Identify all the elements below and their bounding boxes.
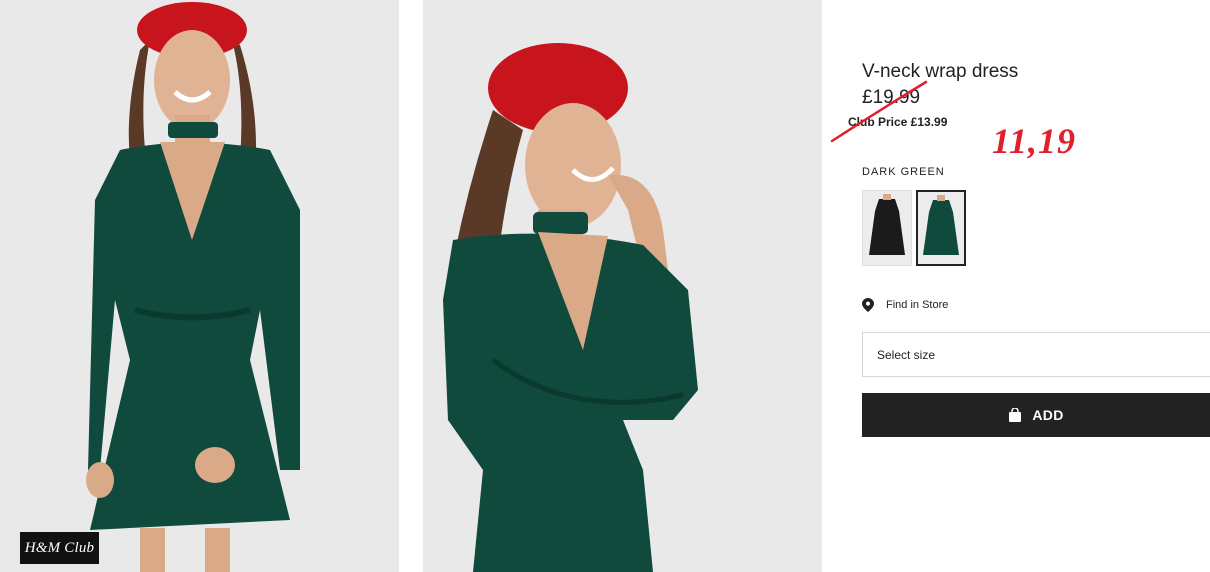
club-price: Club Price £13.99 [848,115,948,129]
black-dress-thumbnail [869,194,905,255]
color-swatch-black[interactable] [862,190,912,266]
location-pin-icon [862,298,874,312]
product-image-closeup[interactable] [423,0,822,572]
product-price: £19.99 [862,87,921,108]
color-swatch-dark-green[interactable] [916,190,966,266]
green-dress-thumbnail [923,195,959,255]
find-in-store-link[interactable]: Find in Store [862,298,948,312]
size-select-dropdown[interactable]: Select size [862,332,1210,377]
hm-club-badge: H&M Club [20,532,99,564]
find-in-store-label: Find in Store [886,299,949,311]
add-to-bag-button[interactable]: ADD [862,393,1210,437]
shopping-bag-icon [1009,408,1022,422]
size-select-placeholder: Select size [877,348,936,362]
handwritten-price-annotation: 11,19 [992,121,1077,161]
add-button-label: ADD [1032,407,1064,423]
model-front-illustration [0,0,399,572]
product-title: V-neck wrap dress [862,61,1019,82]
model-closeup-illustration [423,0,822,572]
product-image-front[interactable]: H&M Club [0,0,399,572]
product-details-panel: V-neck wrap dress £19.99 Club Price £13.… [848,0,1210,572]
selected-color-label: DARK GREEN [862,166,945,178]
